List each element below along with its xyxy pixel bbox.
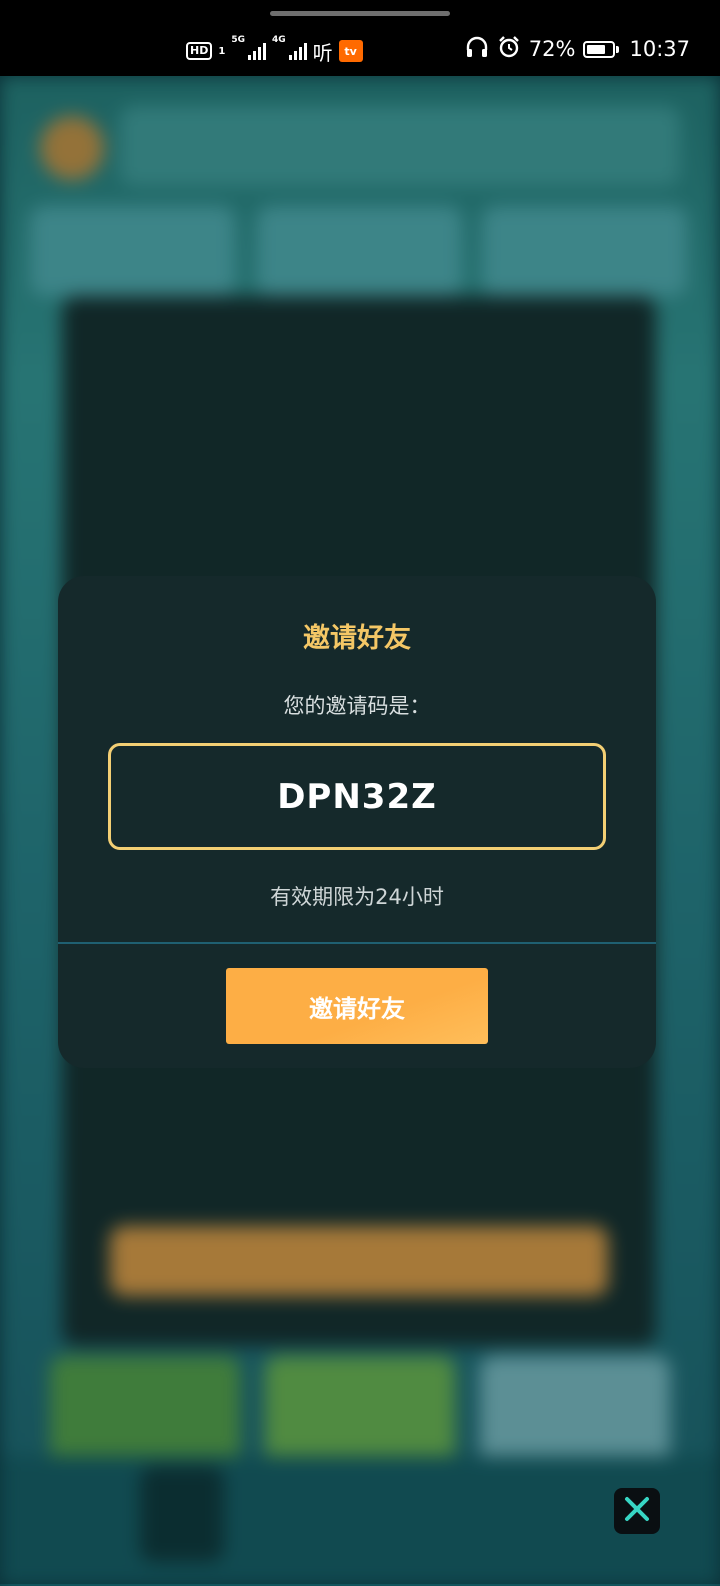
validity-note: 有效期限为24小时	[270, 885, 444, 909]
invite-code-label: 您的邀请码是：	[283, 694, 431, 718]
gesture-handle[interactable]	[270, 11, 450, 16]
signal-icon	[288, 42, 307, 60]
network-type-1: 5G	[231, 35, 245, 45]
alarm-icon	[497, 35, 521, 64]
clock-time: 10:37	[629, 37, 690, 61]
hd-voice-indicator: HD	[186, 42, 213, 60]
close-icon	[622, 1494, 652, 1528]
battery-icon	[583, 40, 620, 58]
dialog-title: 邀请好友	[303, 623, 411, 654]
status-right: 72% 10:37	[465, 34, 690, 64]
sim-index: 1	[218, 45, 226, 57]
invite-code-value[interactable]: DPN32Z	[277, 777, 437, 817]
headphones-icon	[465, 36, 489, 63]
listen-app-icon: 听	[312, 40, 333, 65]
status-bar: HD 1 5G 4G 听 tv 72% 10:37	[0, 0, 720, 76]
status-left: HD 1 5G 4G 听 tv	[186, 36, 363, 66]
signal-icon	[247, 42, 266, 60]
dialog-divider	[58, 942, 656, 944]
network-type-2: 4G	[271, 35, 286, 45]
video-app-icon: tv	[338, 40, 363, 62]
invite-friend-button[interactable]: 邀请好友	[226, 968, 488, 1044]
battery-percent: 72%	[528, 37, 576, 61]
invite-code-box[interactable]: DPN32Z	[108, 743, 606, 850]
invite-friend-dialog: 邀请好友 您的邀请码是： DPN32Z 有效期限为24小时 邀请好友	[58, 576, 656, 1068]
close-button[interactable]	[614, 1488, 660, 1534]
